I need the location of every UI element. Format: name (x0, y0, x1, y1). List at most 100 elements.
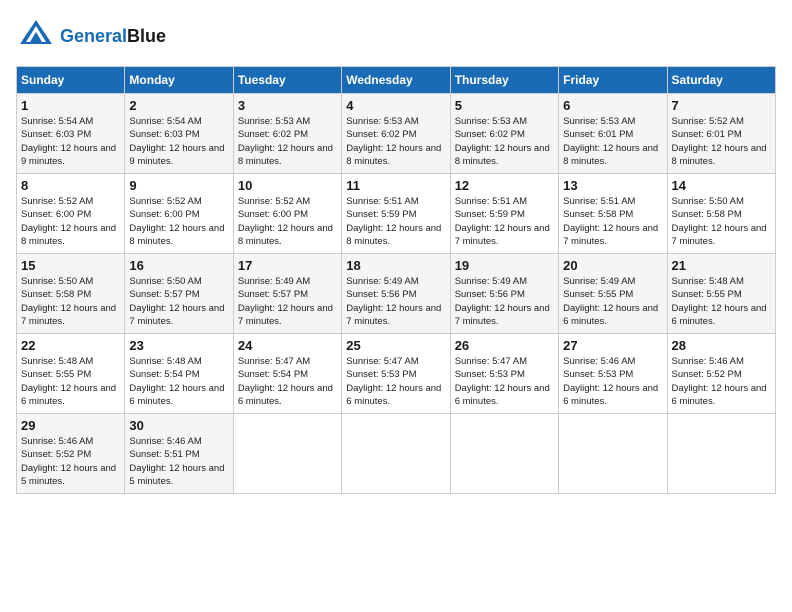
day-info: Sunrise: 5:53 AM Sunset: 6:01 PM Dayligh… (563, 115, 662, 168)
calendar-day-cell: 20 Sunrise: 5:49 AM Sunset: 5:55 PM Dayl… (559, 254, 667, 334)
logo-general: GeneralBlue (60, 26, 166, 47)
calendar-table: SundayMondayTuesdayWednesdayThursdayFrid… (16, 66, 776, 494)
day-info: Sunrise: 5:48 AM Sunset: 5:55 PM Dayligh… (672, 275, 771, 328)
day-number: 24 (238, 338, 337, 353)
day-info: Sunrise: 5:46 AM Sunset: 5:52 PM Dayligh… (21, 435, 120, 488)
day-number: 21 (672, 258, 771, 273)
day-number: 28 (672, 338, 771, 353)
day-number: 18 (346, 258, 445, 273)
calendar-day-cell: 26 Sunrise: 5:47 AM Sunset: 5:53 PM Dayl… (450, 334, 558, 414)
day-info: Sunrise: 5:46 AM Sunset: 5:53 PM Dayligh… (563, 355, 662, 408)
day-info: Sunrise: 5:53 AM Sunset: 6:02 PM Dayligh… (346, 115, 445, 168)
day-info: Sunrise: 5:47 AM Sunset: 5:53 PM Dayligh… (346, 355, 445, 408)
weekday-header-saturday: Saturday (667, 67, 775, 94)
day-info: Sunrise: 5:49 AM Sunset: 5:55 PM Dayligh… (563, 275, 662, 328)
calendar-day-cell: 30 Sunrise: 5:46 AM Sunset: 5:51 PM Dayl… (125, 414, 233, 494)
calendar-day-cell: 15 Sunrise: 5:50 AM Sunset: 5:58 PM Dayl… (17, 254, 125, 334)
day-info: Sunrise: 5:46 AM Sunset: 5:52 PM Dayligh… (672, 355, 771, 408)
day-info: Sunrise: 5:47 AM Sunset: 5:54 PM Dayligh… (238, 355, 337, 408)
weekday-header-friday: Friday (559, 67, 667, 94)
day-number: 27 (563, 338, 662, 353)
calendar-day-cell: 14 Sunrise: 5:50 AM Sunset: 5:58 PM Dayl… (667, 174, 775, 254)
calendar-day-cell: 28 Sunrise: 5:46 AM Sunset: 5:52 PM Dayl… (667, 334, 775, 414)
day-info: Sunrise: 5:54 AM Sunset: 6:03 PM Dayligh… (129, 115, 228, 168)
day-number: 15 (21, 258, 120, 273)
day-number: 8 (21, 178, 120, 193)
day-number: 9 (129, 178, 228, 193)
day-number: 12 (455, 178, 554, 193)
weekday-header-wednesday: Wednesday (342, 67, 450, 94)
calendar-day-cell: 9 Sunrise: 5:52 AM Sunset: 6:00 PM Dayli… (125, 174, 233, 254)
day-number: 7 (672, 98, 771, 113)
day-info: Sunrise: 5:53 AM Sunset: 6:02 PM Dayligh… (455, 115, 554, 168)
day-info: Sunrise: 5:52 AM Sunset: 6:00 PM Dayligh… (21, 195, 120, 248)
calendar-day-cell: 2 Sunrise: 5:54 AM Sunset: 6:03 PM Dayli… (125, 94, 233, 174)
calendar-week-row: 22 Sunrise: 5:48 AM Sunset: 5:55 PM Dayl… (17, 334, 776, 414)
day-info: Sunrise: 5:48 AM Sunset: 5:55 PM Dayligh… (21, 355, 120, 408)
page-header: GeneralBlue (16, 16, 776, 56)
calendar-day-cell: 25 Sunrise: 5:47 AM Sunset: 5:53 PM Dayl… (342, 334, 450, 414)
day-info: Sunrise: 5:53 AM Sunset: 6:02 PM Dayligh… (238, 115, 337, 168)
weekday-header-monday: Monday (125, 67, 233, 94)
calendar-day-cell (233, 414, 341, 494)
logo: GeneralBlue (16, 16, 166, 56)
calendar-day-cell: 11 Sunrise: 5:51 AM Sunset: 5:59 PM Dayl… (342, 174, 450, 254)
day-number: 23 (129, 338, 228, 353)
day-info: Sunrise: 5:46 AM Sunset: 5:51 PM Dayligh… (129, 435, 228, 488)
calendar-week-row: 29 Sunrise: 5:46 AM Sunset: 5:52 PM Dayl… (17, 414, 776, 494)
calendar-day-cell (559, 414, 667, 494)
logo-text-block: GeneralBlue (60, 26, 166, 47)
day-number: 14 (672, 178, 771, 193)
calendar-day-cell: 24 Sunrise: 5:47 AM Sunset: 5:54 PM Dayl… (233, 334, 341, 414)
day-info: Sunrise: 5:47 AM Sunset: 5:53 PM Dayligh… (455, 355, 554, 408)
day-info: Sunrise: 5:52 AM Sunset: 6:00 PM Dayligh… (238, 195, 337, 248)
calendar-day-cell: 13 Sunrise: 5:51 AM Sunset: 5:58 PM Dayl… (559, 174, 667, 254)
calendar-day-cell (342, 414, 450, 494)
calendar-day-cell: 21 Sunrise: 5:48 AM Sunset: 5:55 PM Dayl… (667, 254, 775, 334)
day-number: 22 (21, 338, 120, 353)
calendar-day-cell: 23 Sunrise: 5:48 AM Sunset: 5:54 PM Dayl… (125, 334, 233, 414)
day-info: Sunrise: 5:49 AM Sunset: 5:56 PM Dayligh… (455, 275, 554, 328)
day-number: 13 (563, 178, 662, 193)
day-info: Sunrise: 5:48 AM Sunset: 5:54 PM Dayligh… (129, 355, 228, 408)
calendar-day-cell (667, 414, 775, 494)
day-info: Sunrise: 5:49 AM Sunset: 5:56 PM Dayligh… (346, 275, 445, 328)
calendar-day-cell: 29 Sunrise: 5:46 AM Sunset: 5:52 PM Dayl… (17, 414, 125, 494)
day-number: 17 (238, 258, 337, 273)
calendar-day-cell: 10 Sunrise: 5:52 AM Sunset: 6:00 PM Dayl… (233, 174, 341, 254)
calendar-week-row: 8 Sunrise: 5:52 AM Sunset: 6:00 PM Dayli… (17, 174, 776, 254)
calendar-day-cell: 1 Sunrise: 5:54 AM Sunset: 6:03 PM Dayli… (17, 94, 125, 174)
day-info: Sunrise: 5:50 AM Sunset: 5:58 PM Dayligh… (21, 275, 120, 328)
day-info: Sunrise: 5:51 AM Sunset: 5:59 PM Dayligh… (346, 195, 445, 248)
day-info: Sunrise: 5:50 AM Sunset: 5:58 PM Dayligh… (672, 195, 771, 248)
calendar-day-cell: 3 Sunrise: 5:53 AM Sunset: 6:02 PM Dayli… (233, 94, 341, 174)
calendar-week-row: 15 Sunrise: 5:50 AM Sunset: 5:58 PM Dayl… (17, 254, 776, 334)
day-info: Sunrise: 5:51 AM Sunset: 5:58 PM Dayligh… (563, 195, 662, 248)
day-info: Sunrise: 5:52 AM Sunset: 6:01 PM Dayligh… (672, 115, 771, 168)
logo-icon (16, 16, 56, 56)
weekday-header-sunday: Sunday (17, 67, 125, 94)
calendar-day-cell: 4 Sunrise: 5:53 AM Sunset: 6:02 PM Dayli… (342, 94, 450, 174)
day-number: 16 (129, 258, 228, 273)
day-number: 25 (346, 338, 445, 353)
calendar-day-cell (450, 414, 558, 494)
calendar-day-cell: 19 Sunrise: 5:49 AM Sunset: 5:56 PM Dayl… (450, 254, 558, 334)
calendar-day-cell: 8 Sunrise: 5:52 AM Sunset: 6:00 PM Dayli… (17, 174, 125, 254)
calendar-day-cell: 22 Sunrise: 5:48 AM Sunset: 5:55 PM Dayl… (17, 334, 125, 414)
weekday-header-tuesday: Tuesday (233, 67, 341, 94)
calendar-day-cell: 17 Sunrise: 5:49 AM Sunset: 5:57 PM Dayl… (233, 254, 341, 334)
weekday-header-row: SundayMondayTuesdayWednesdayThursdayFrid… (17, 67, 776, 94)
day-info: Sunrise: 5:50 AM Sunset: 5:57 PM Dayligh… (129, 275, 228, 328)
day-number: 10 (238, 178, 337, 193)
day-info: Sunrise: 5:51 AM Sunset: 5:59 PM Dayligh… (455, 195, 554, 248)
weekday-header-thursday: Thursday (450, 67, 558, 94)
calendar-day-cell: 27 Sunrise: 5:46 AM Sunset: 5:53 PM Dayl… (559, 334, 667, 414)
day-number: 11 (346, 178, 445, 193)
day-number: 2 (129, 98, 228, 113)
day-number: 29 (21, 418, 120, 433)
day-number: 5 (455, 98, 554, 113)
day-number: 20 (563, 258, 662, 273)
calendar-day-cell: 12 Sunrise: 5:51 AM Sunset: 5:59 PM Dayl… (450, 174, 558, 254)
day-number: 3 (238, 98, 337, 113)
day-number: 1 (21, 98, 120, 113)
